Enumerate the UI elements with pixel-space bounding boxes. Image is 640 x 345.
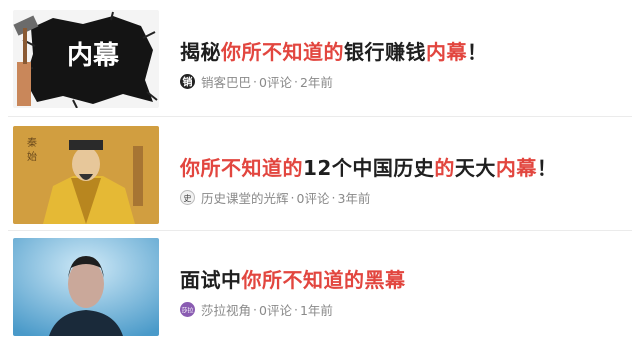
list-item[interactable]: 面试中你所不知道的黑幕 莎拉 莎拉视角 · 0评论 · 1年前: [0, 234, 640, 342]
meta-separator: ·: [253, 74, 257, 89]
publish-time: 3年前: [337, 191, 371, 206]
title-highlight: 你所不知道的黑幕: [241, 268, 406, 292]
publish-time: 2年前: [299, 75, 333, 90]
list-item[interactable]: 内幕 揭秘你所不知道的银行赚钱内幕！ 销 销客巴巴 · 0评论 · 2年前: [0, 6, 640, 114]
title-text: 12个中国历史: [303, 156, 435, 180]
publish-time: 1年前: [299, 303, 333, 318]
source-name[interactable]: 莎拉视角: [201, 300, 251, 319]
xiao-logo-icon: 销: [180, 74, 195, 89]
article-meta: 莎拉 莎拉视角 · 0评论 · 1年前: [180, 300, 333, 319]
article-feed: 内幕 揭秘你所不知道的银行赚钱内幕！ 销 销客巴巴 · 0评论 · 2年前 秦 …: [0, 0, 640, 345]
meta-separator: ·: [290, 190, 295, 205]
comment-count[interactable]: 0评论: [259, 300, 292, 319]
source-name[interactable]: 历史课堂的光辉: [201, 188, 289, 207]
title-text: 面试中: [180, 268, 242, 292]
svg-text:始: 始: [27, 150, 37, 163]
thumbnail-inside-story-image: 内幕: [13, 10, 159, 108]
meta-separator: ·: [293, 74, 298, 89]
divider: [8, 116, 632, 117]
article-meta: 销 销客巴巴 · 0评论 · 2年前: [180, 72, 333, 91]
title-text: 天大: [454, 156, 496, 180]
history-logo-icon: 史: [180, 190, 195, 205]
title-highlight: 内幕: [495, 156, 537, 180]
article-thumbnail[interactable]: 秦 始: [13, 126, 159, 224]
thumbnail-woman-image: [13, 238, 159, 336]
svg-text:莎拉: 莎拉: [181, 307, 193, 315]
list-item[interactable]: 秦 始 你所不知道的12个中国历史的天大内幕！ 史 历史课堂的光辉 · 0评论 …: [0, 122, 640, 230]
title-text: ！: [536, 156, 558, 180]
divider: [8, 230, 632, 231]
title-highlight: 的: [434, 156, 455, 180]
meta-separator: ·: [253, 302, 257, 317]
title-highlight: 你所不知道的: [180, 156, 303, 180]
article-thumbnail[interactable]: 内幕: [13, 10, 159, 108]
meta-separator: ·: [293, 302, 298, 317]
article-title[interactable]: 揭秘你所不知道的银行赚钱内幕！: [180, 36, 488, 65]
title-text: ！: [467, 40, 488, 64]
article-title[interactable]: 你所不知道的12个中国历史的天大内幕！: [180, 152, 557, 181]
title-text: 银行赚钱: [344, 40, 426, 64]
article-title[interactable]: 面试中你所不知道的黑幕: [180, 264, 406, 293]
svg-text:史: 史: [184, 193, 192, 203]
article-meta: 史 历史课堂的光辉 · 0评论 · 3年前: [180, 188, 370, 207]
shala-logo-icon: 莎拉: [180, 302, 195, 317]
article-thumbnail[interactable]: [13, 238, 159, 336]
title-highlight: 你所不知道的: [221, 40, 344, 64]
comment-count[interactable]: 0评论: [259, 72, 292, 91]
title-text: 揭秘: [180, 40, 221, 64]
meta-separator: ·: [331, 190, 336, 205]
svg-text:秦: 秦: [27, 136, 37, 149]
svg-text:销: 销: [183, 76, 193, 89]
source-name[interactable]: 销客巴巴: [201, 72, 251, 91]
thumbnail-label: 内幕: [67, 41, 120, 71]
thumbnail-emperor-image: 秦 始: [13, 126, 159, 224]
title-highlight: 内幕: [426, 40, 467, 64]
comment-count[interactable]: 0评论: [297, 188, 330, 207]
